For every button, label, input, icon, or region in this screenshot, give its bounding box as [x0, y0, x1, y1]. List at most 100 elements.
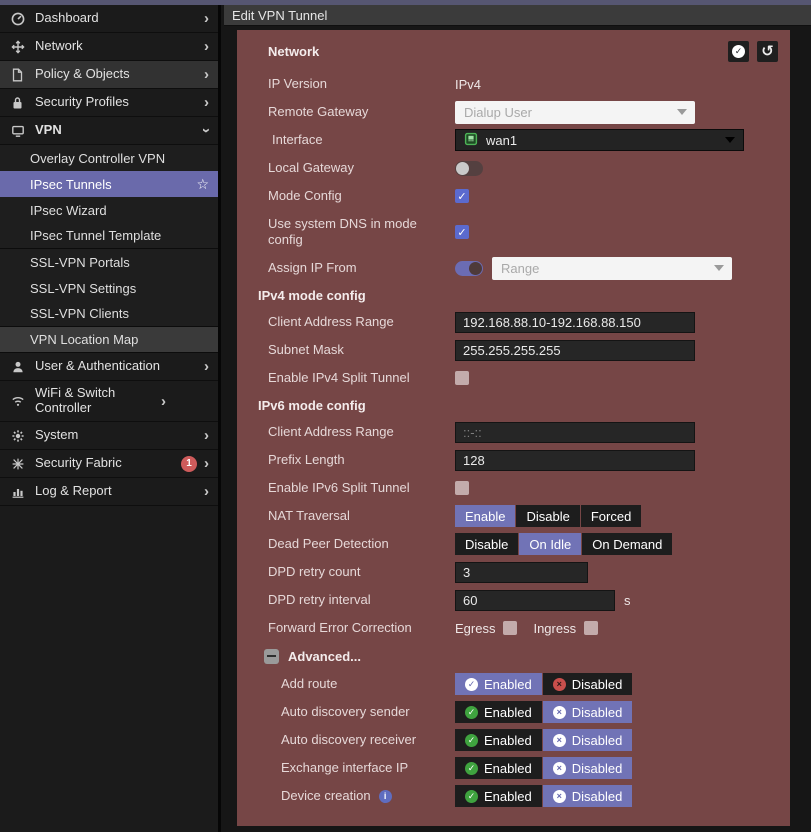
info-icon[interactable]: i	[378, 789, 392, 803]
chevron-right-icon: ›	[161, 392, 166, 410]
field-label: NAT Traversal	[268, 507, 350, 523]
dropdown-caret-icon	[725, 137, 735, 143]
form-row-add-route: Add route ✓ Enabled × Disabled	[237, 670, 790, 698]
x-circle-icon: ×	[552, 761, 566, 775]
sidebar-item-label: User & Authentication	[35, 358, 161, 374]
fec-ingress-checkbox[interactable]	[584, 621, 599, 635]
nat-traversal-segments: Enable Disable Forced	[455, 505, 642, 527]
chevron-right-icon: ›	[204, 427, 209, 444]
x-circle-icon: ×	[552, 789, 566, 803]
segment-on-idle[interactable]: On Idle	[519, 533, 582, 555]
sidebar-item-wifi-switch-controller[interactable]: WiFi & Switch Controller ›	[0, 381, 218, 422]
segment-disabled[interactable]: × Disabled	[542, 673, 633, 695]
chevron-right-icon: ›	[204, 483, 209, 500]
assign-ip-select[interactable]: Range	[492, 256, 732, 280]
collapse-minus-icon[interactable]	[264, 648, 279, 664]
wifi-icon	[9, 394, 26, 408]
sidebar-item-ssl-vpn-portals[interactable]: SSL-VPN Portals	[0, 249, 218, 275]
segment-enable[interactable]: Enable	[455, 505, 516, 527]
mode-config-checkbox[interactable]: ✓	[455, 189, 469, 203]
device-creation-segments: ✓ Enabled × Disabled	[455, 785, 633, 807]
revert-button[interactable]: ↺	[757, 41, 778, 62]
segment-enabled[interactable]: ✓ Enabled	[455, 757, 542, 779]
v4-client-range-input[interactable]	[455, 311, 695, 333]
segment-label: Enabled	[484, 760, 532, 776]
segment-label: Enabled	[484, 788, 532, 804]
field-label: Exchange interface IP	[281, 759, 409, 775]
sidebar-item-ipsec-tunnel-template[interactable]: IPsec Tunnel Template	[0, 223, 218, 249]
segment-disabled[interactable]: × Disabled	[542, 757, 633, 779]
sidebar-item-system[interactable]: System ›	[0, 422, 218, 450]
sidebar-item-security-fabric[interactable]: Security Fabric 1 ›	[0, 450, 218, 478]
sidebar-item-label: System	[35, 427, 79, 443]
v6-split-tunnel-checkbox[interactable]	[455, 481, 469, 495]
sidebar-item-label: Log & Report	[35, 483, 112, 499]
sidebar-item-overlay-controller-vpn[interactable]: Overlay Controller VPN	[0, 145, 218, 171]
dpd-retry-interval-input[interactable]	[455, 589, 615, 611]
sidebar-item-user-authentication[interactable]: User & Authentication ›	[0, 353, 218, 381]
segment-disabled[interactable]: × Disabled	[542, 729, 633, 751]
form-row-dns-mode: Use system DNS in mode config ✓	[237, 210, 790, 254]
check-circle-icon: ✓	[465, 761, 478, 775]
remote-gateway-select[interactable]: Dialup User	[455, 100, 695, 124]
field-label: Remote Gateway	[268, 103, 369, 119]
dpd-retry-count-input[interactable]	[455, 561, 588, 583]
page-title-bar: Edit VPN Tunnel	[224, 5, 811, 26]
apply-button[interactable]: ✓	[728, 41, 749, 62]
interface-select[interactable]: wan1	[455, 129, 744, 151]
segment-disable[interactable]: Disable	[516, 505, 580, 527]
sidebar-item-ipsec-wizard[interactable]: IPsec Wizard	[0, 197, 218, 223]
segment-enabled[interactable]: ✓ Enabled	[455, 673, 542, 695]
sidebar-item-ssl-vpn-settings[interactable]: SSL-VPN Settings	[0, 275, 218, 301]
assign-ip-toggle[interactable]	[455, 260, 483, 276]
undo-icon: ↺	[761, 43, 774, 60]
fec-egress-checkbox[interactable]	[503, 621, 518, 635]
sidebar-item-security-profiles[interactable]: Security Profiles ›	[0, 89, 218, 117]
v6-client-range-input[interactable]	[455, 421, 695, 443]
sidebar-item-label: Policy & Objects	[35, 66, 130, 82]
sidebar-item-log-report[interactable]: Log & Report ›	[0, 478, 218, 506]
v4-split-tunnel-checkbox[interactable]	[455, 371, 469, 385]
form-row-v6-split-tunnel: Enable IPv6 Split Tunnel	[237, 474, 790, 502]
auto-discovery-sender-segments: ✓ Enabled × Disabled	[455, 701, 633, 723]
favorite-star-icon[interactable]: ☆	[196, 176, 209, 193]
sidebar-item-label: IPsec Wizard	[30, 202, 107, 218]
chevron-right-icon: ›	[204, 66, 209, 83]
sidebar-item-vpn[interactable]: VPN ›	[0, 117, 218, 145]
subnet-mask-input[interactable]	[455, 339, 695, 361]
segment-disabled[interactable]: × Disabled	[542, 785, 633, 807]
section-title-network: Network	[268, 44, 320, 59]
sidebar-item-ipsec-tunnels[interactable]: IPsec Tunnels ☆	[0, 171, 218, 197]
sidebar-item-vpn-location-map[interactable]: VPN Location Map	[0, 327, 218, 353]
sidebar-item-network[interactable]: Network ›	[0, 33, 218, 61]
chevron-right-icon: ›	[204, 358, 209, 375]
segment-enabled[interactable]: ✓ Enabled	[455, 729, 542, 751]
sidebar-item-label: VPN	[35, 122, 62, 138]
segment-forced[interactable]: Forced	[580, 505, 642, 527]
sidebar-item-policy-objects[interactable]: Policy & Objects ›	[0, 61, 218, 89]
form-row-v4-client-range: Client Address Range	[237, 308, 790, 336]
form-row-v4-split-tunnel: Enable IPv4 Split Tunnel	[237, 364, 790, 392]
sidebar-item-ssl-vpn-clients[interactable]: SSL-VPN Clients	[0, 301, 218, 327]
segment-on-demand[interactable]: On Demand	[582, 533, 673, 555]
segment-disable[interactable]: Disable	[455, 533, 519, 555]
dns-mode-checkbox[interactable]: ✓	[455, 225, 469, 239]
ethernet-port-icon	[464, 132, 478, 149]
sidebar-item-dashboard[interactable]: Dashboard ›	[0, 5, 218, 33]
notification-badge: 1	[181, 455, 197, 472]
section-title-ipv6-mode-config: IPv6 mode config	[258, 397, 366, 413]
local-gateway-toggle[interactable]	[455, 160, 483, 176]
prefix-length-input[interactable]	[455, 449, 695, 471]
segment-disabled[interactable]: × Disabled	[542, 701, 633, 723]
field-label: Use system DNS in mode config	[268, 215, 417, 247]
segment-label: Disabled	[571, 676, 623, 692]
segment-enabled[interactable]: ✓ Enabled	[455, 785, 542, 807]
dpd-segments: Disable On Idle On Demand	[455, 533, 673, 555]
sidebar-item-label: SSL-VPN Portals	[30, 254, 130, 270]
form-row-fec: Forward Error Correction Egress Ingress	[237, 614, 790, 642]
advanced-label: Advanced...	[288, 648, 361, 664]
field-label: Enable IPv4 Split Tunnel	[268, 369, 410, 385]
field-label: Subnet Mask	[268, 341, 344, 357]
sidebar-item-label: Security Profiles	[35, 94, 129, 110]
segment-enabled[interactable]: ✓ Enabled	[455, 701, 542, 723]
